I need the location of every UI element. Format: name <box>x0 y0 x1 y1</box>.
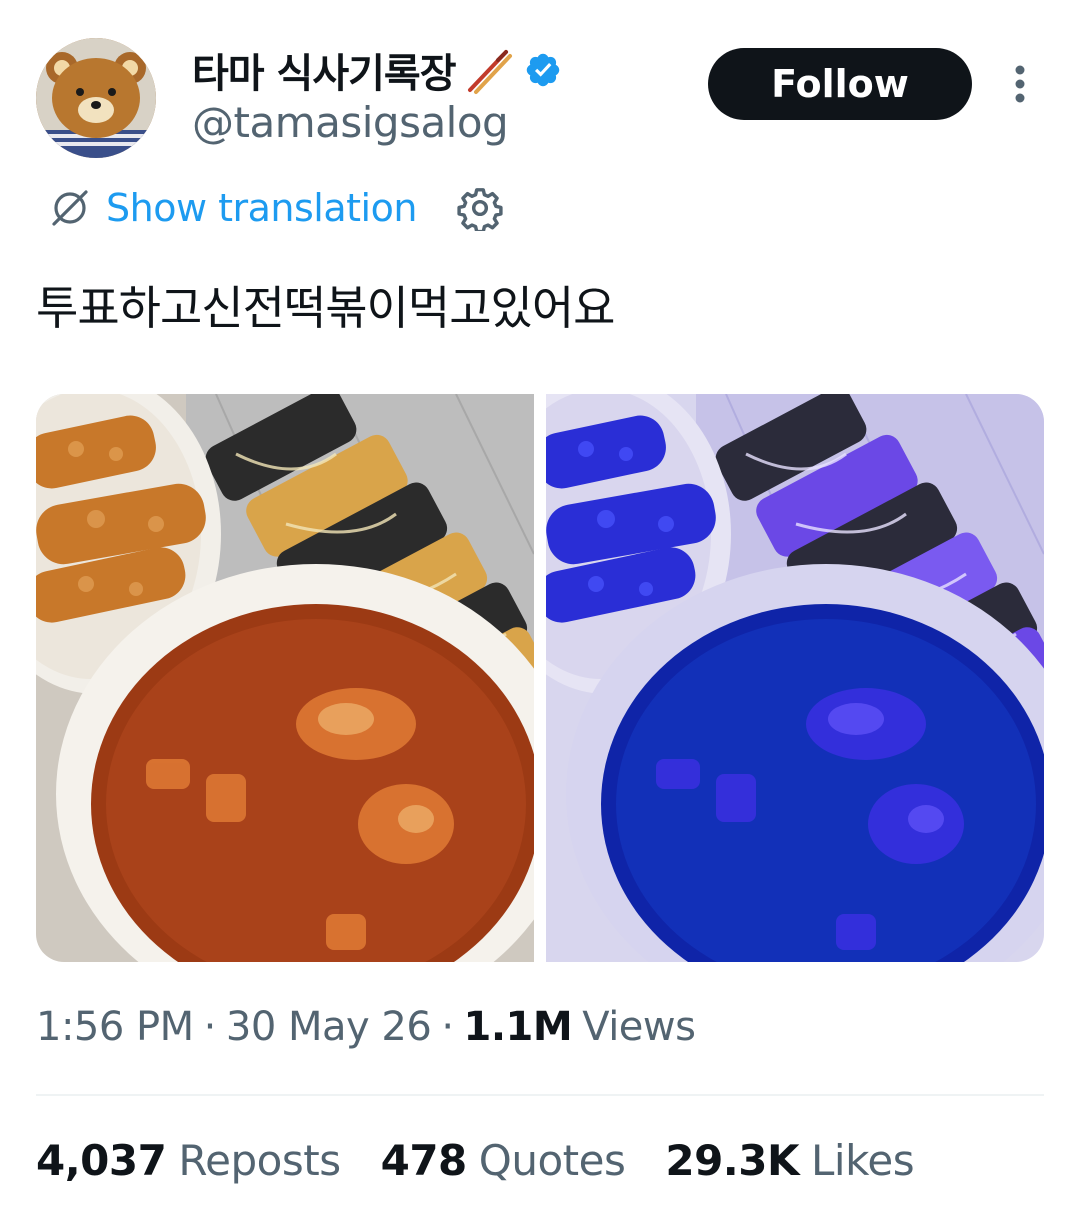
photo-original[interactable] <box>36 394 534 962</box>
engagement-stats: 4,037 Reposts 478 Quotes 29.3K Likes <box>36 1136 915 1185</box>
likes-stat[interactable]: 29.3K Likes <box>665 1136 914 1185</box>
author-avatar[interactable] <box>36 38 156 158</box>
quotes-label: Quotes <box>478 1136 626 1185</box>
likes-count: 29.3K <box>665 1136 800 1185</box>
more-vertical-icon[interactable] <box>1006 62 1034 106</box>
bear-avatar-image <box>36 38 156 158</box>
reposts-label: Reposts <box>178 1136 341 1185</box>
tweet-time[interactable]: 1:56 PM <box>36 1004 194 1050</box>
display-name[interactable]: 타마 식사기록장 <box>192 41 457 99</box>
tweet-date[interactable]: 30 May 26 <box>226 1004 432 1050</box>
translation-row: Show translation <box>48 180 503 236</box>
likes-label: Likes <box>811 1136 915 1185</box>
meta-separator: · <box>441 1004 454 1050</box>
globe-slash-icon <box>52 190 88 226</box>
views-label: Views <box>582 1004 696 1050</box>
views-group[interactable]: 1.1M Views <box>464 1004 696 1050</box>
views-count: 1.1M <box>463 1004 573 1050</box>
tweet-media[interactable] <box>36 394 1044 962</box>
follow-button[interactable]: Follow <box>708 48 972 120</box>
reposts-stat[interactable]: 4,037 Reposts <box>36 1136 341 1185</box>
show-translation-link[interactable]: Show translation <box>106 186 417 230</box>
divider <box>36 1094 1044 1096</box>
verified-badge-icon <box>526 53 559 87</box>
author-handle[interactable]: @tamasigsalog <box>192 98 509 147</box>
gear-icon[interactable] <box>457 185 503 231</box>
display-name-row[interactable]: 타마 식사기록장 <box>192 40 562 100</box>
tweet-text: 투표하고신전떡볶이먹고있어요 <box>36 281 615 335</box>
quotes-stat[interactable]: 478 Quotes <box>381 1136 626 1185</box>
photo-color-inverted[interactable] <box>546 394 1044 962</box>
meta-separator: · <box>203 1004 217 1050</box>
tteokbokki-photo-image <box>36 394 534 962</box>
tweet-meta: 1:56 PM · 30 May 26 · 1.1M Views <box>36 1004 696 1050</box>
chopsticks-icon <box>467 50 512 94</box>
reposts-count: 4,037 <box>36 1136 167 1185</box>
tteokbokki-photo-blue-image <box>546 394 1044 962</box>
quotes-count: 478 <box>380 1136 468 1185</box>
